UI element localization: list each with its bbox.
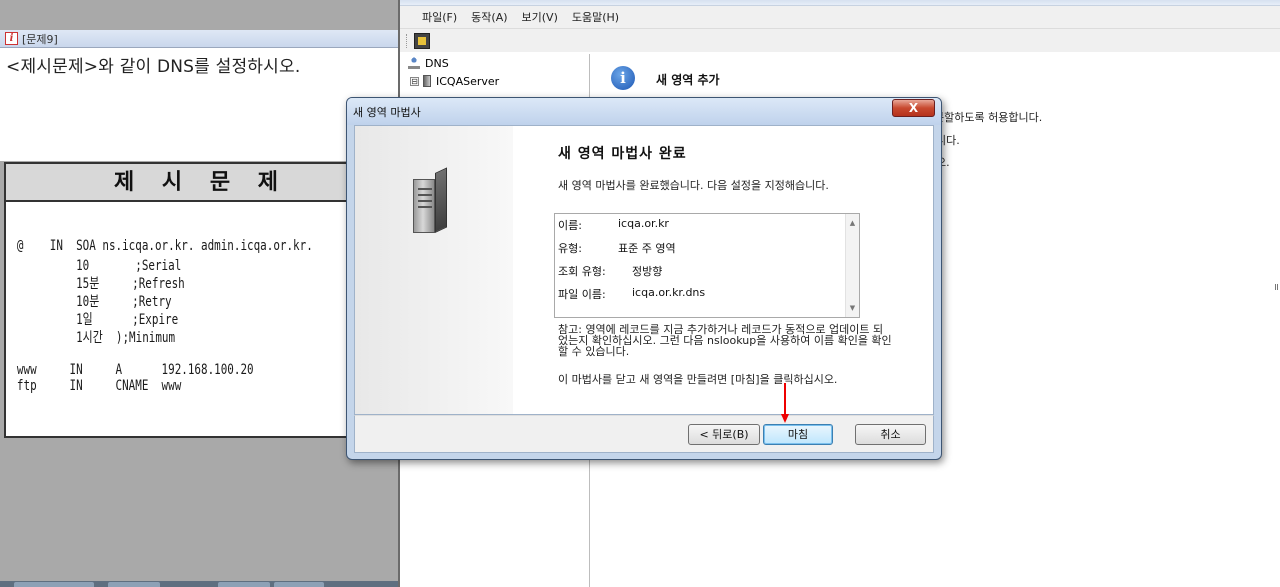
wizard-side-panel	[355, 126, 513, 414]
close-icon[interactable]: X	[892, 99, 935, 117]
problem-line-expire: 1일 ;Expire	[16, 312, 179, 328]
toolbar	[400, 28, 1280, 52]
menu-help[interactable]: 도움말(H)	[572, 9, 619, 25]
finish-button[interactable]: 마침	[763, 424, 833, 445]
summary-row-file: 파일 이름: icqa.or.kr.dns	[558, 286, 705, 302]
summary-row-type: 유형: 표준 주 영역	[558, 240, 676, 256]
problem-lines: @ IN SOA ns.icqa.or.kr. admin.icqa.or.kr…	[6, 202, 313, 436]
summary-label: 조회 유형:	[558, 265, 606, 278]
problem-line-ftp: ftp IN CNAME www	[16, 378, 182, 394]
summary-value: icqa.or.kr.dns	[632, 286, 706, 299]
summary-row-lookup: 조회 유형: 정방향	[558, 263, 662, 279]
wizard-button-bar: < 뒤로(B) 마침 취소	[354, 415, 934, 453]
menu-action[interactable]: 동작(A)	[471, 9, 507, 25]
wizard-intro: 새 영역 마법사를 완료했습니다. 다음 설정을 지정해습니다.	[558, 179, 829, 192]
new-zone-wizard-dialog: 새 영역 마법사 X 새 영역 마법사 완료 새 영역 마법사를 완료했습니다.…	[346, 97, 942, 460]
info-title: 새 영역 추가	[656, 73, 720, 87]
wizard-title: 새 영역 마법사	[353, 105, 421, 119]
scroll-up-icon[interactable]: ▲	[846, 216, 859, 230]
server-icon	[423, 75, 431, 87]
cancel-button[interactable]: 취소	[855, 424, 926, 445]
taskbar-slot[interactable]	[14, 582, 94, 587]
taskbar	[0, 581, 398, 587]
problem-window-titlebar: i [문제9]	[0, 30, 398, 48]
problem-box: 제 시 문 제 @ IN SOA ns.icqa.or.kr. admin.ic…	[4, 162, 398, 438]
summary-scrollbar[interactable]: ▲ ▼	[845, 214, 859, 317]
tree-node-dns-label: DNS	[425, 56, 449, 70]
problem-panel: i [문제9] <제시문제>와 같이 DNS를 설정하시오. 제 시 문 제 @…	[0, 0, 398, 587]
toolbar-grip[interactable]	[406, 33, 408, 48]
back-button[interactable]: < 뒤로(B)	[688, 424, 760, 445]
problem-line-www: www IN A 192.168.100.20	[16, 362, 254, 378]
splitter-handle[interactable]	[1275, 284, 1278, 290]
question-text: <제시문제>와 같이 DNS를 설정하시오.	[6, 57, 301, 77]
dns-icon	[408, 57, 420, 69]
wizard-note: 참고: 영역에 레코드를 지금 추가하거나 레코드가 동적으로 업데이트 되었는…	[558, 323, 892, 358]
server-tower-icon	[413, 167, 449, 235]
red-arrow-annotation	[781, 383, 789, 425]
collapse-icon[interactable]: ⊟	[410, 76, 419, 86]
summary-value: icqa.or.kr	[618, 217, 669, 230]
question-area: <제시문제>와 같이 DNS를 설정하시오.	[0, 48, 398, 161]
properties-icon[interactable]	[414, 32, 430, 49]
summary-label: 파일 이름:	[558, 288, 606, 301]
tree-node-server-label: ICQAServer	[436, 74, 500, 88]
problem-line-minimum: 1시간 );Minimum	[16, 330, 176, 346]
scroll-down-icon[interactable]: ▼	[846, 301, 859, 315]
summary-label: 유형:	[558, 242, 582, 255]
tree-node-dns[interactable]: DNS	[408, 54, 589, 72]
summary-value: 표준 주 영역	[618, 242, 676, 255]
wizard-titlebar[interactable]: 새 영역 마법사 X	[347, 98, 941, 125]
taskbar-slot[interactable]	[218, 582, 270, 587]
settings-summary-box[interactable]: 이름: icqa.or.kr 유형: 표준 주 영역 조회 유형: 정방향 파일…	[554, 213, 860, 318]
problem-window-icon: i	[5, 32, 18, 45]
info-text-fragment: 분할하도록 허용합니다.	[934, 111, 1043, 124]
problem-title: 제 시 문 제	[6, 164, 396, 202]
wizard-finish-hint: 이 마법사를 닫고 새 영역을 만들려면 [마침]을 클릭하십시오.	[558, 373, 838, 386]
menu-view[interactable]: 보기(V)	[522, 9, 558, 25]
problem-line-retry: 10분 ;Retry	[16, 294, 172, 310]
problem-line-serial: 10 ;Serial	[16, 258, 182, 274]
taskbar-slot[interactable]	[274, 582, 324, 587]
problem-line-refresh: 15분 ;Refresh	[16, 276, 185, 292]
summary-label: 이름:	[558, 219, 582, 232]
tree-node-server[interactable]: ⊟ ICQAServer	[408, 72, 589, 90]
problem-window-title: [문제9]	[22, 32, 58, 46]
summary-value: 정방향	[632, 265, 663, 278]
summary-row-name: 이름: icqa.or.kr	[558, 217, 669, 233]
menu-bar: 파일(F) 동작(A) 보기(V) 도움말(H)	[400, 6, 1280, 28]
menu-file[interactable]: 파일(F)	[422, 9, 457, 25]
problem-line-soa: @ IN SOA ns.icqa.or.kr. admin.icqa.or.kr…	[16, 238, 313, 254]
taskbar-slot[interactable]	[108, 582, 160, 587]
wizard-heading: 새 영역 마법사 완료	[558, 146, 687, 162]
left-top-strip	[0, 0, 398, 30]
wizard-body: 새 영역 마법사 완료 새 영역 마법사를 완료했습니다. 다음 설정을 지정해…	[354, 125, 934, 415]
info-icon: i	[611, 66, 635, 90]
